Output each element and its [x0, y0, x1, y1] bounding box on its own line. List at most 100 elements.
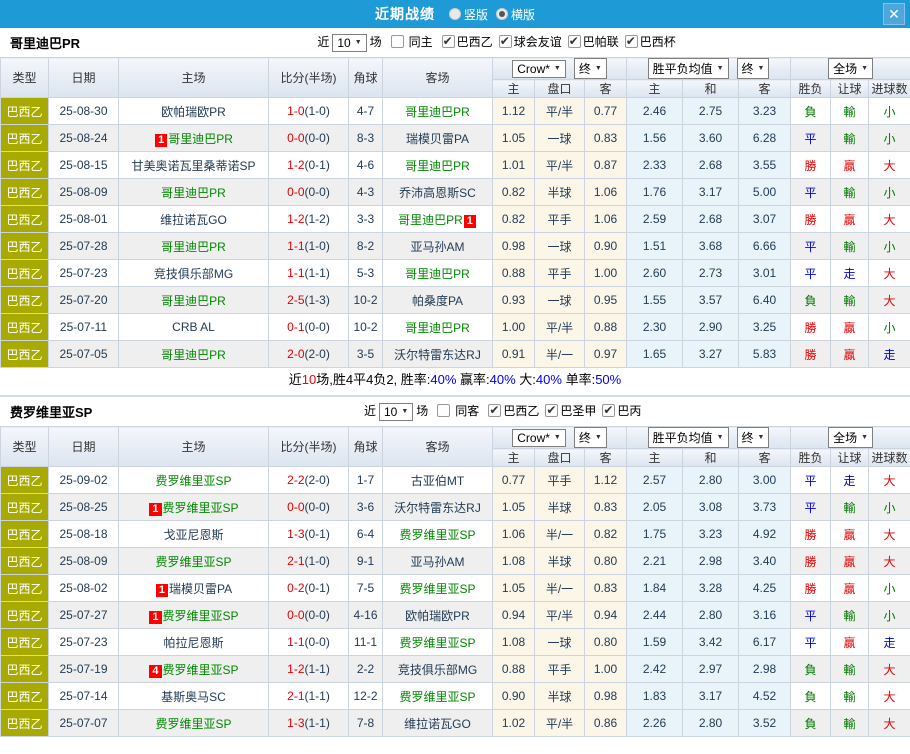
result-outcome: 負 [791, 287, 831, 314]
avg-draw: 2.68 [683, 152, 739, 179]
match-row: 巴西乙25-07-20哥里迪巴PR2-5(1-3)10-2帕桑度PA0.93一球… [1, 287, 910, 314]
team-link[interactable]: 瑞模贝雷PA [169, 582, 232, 596]
team-link[interactable]: 古亚伯MT [411, 474, 464, 488]
league-filter-checkbox[interactable] [625, 35, 638, 48]
league-badge: 巴西乙 [1, 467, 49, 494]
recent-count-select[interactable]: 10▼ [332, 34, 366, 52]
avg-draw: 2.73 [683, 260, 739, 287]
vertical-layout-radio[interactable] [449, 8, 461, 20]
avg-type-value: 胜平负均值 [653, 60, 713, 77]
col-score: 比分(半场) [269, 427, 349, 467]
avg-draw: 3.28 [683, 575, 739, 602]
team-link[interactable]: 哥里迪巴PR [405, 321, 470, 335]
halftime-score: (2-0) [305, 347, 330, 361]
avg-type-select[interactable]: 胜平负均值▼ [648, 427, 729, 448]
scope-select[interactable]: 全场▼ [828, 427, 873, 448]
team-link[interactable]: 哥里迪巴PR [168, 132, 233, 146]
team-link[interactable]: 费罗维里亚SP [399, 528, 475, 542]
filter-bar: 近10▼场同客巴西乙巴圣甲巴丙 [92, 402, 910, 421]
team-link[interactable]: 甘美奥诺瓦里桑蒂诺SP [131, 159, 255, 173]
team-link[interactable]: 瑞模贝雷PA [406, 132, 469, 146]
fulltime-score: 1-1 [287, 635, 304, 649]
team-link[interactable]: 哥里迪巴PR [161, 348, 226, 362]
team-link[interactable]: 费罗维里亚SP [399, 690, 475, 704]
away-team-cell: 费罗维里亚SP [383, 521, 493, 548]
odds-source-select[interactable]: Crow*▼ [512, 429, 566, 447]
result-outcome: 負 [791, 710, 831, 737]
odds-final-select[interactable]: 终▼ [574, 58, 607, 79]
league-filter-checkbox[interactable] [545, 404, 558, 417]
horizontal-layout-radio[interactable] [496, 8, 508, 20]
sub-col-odds-away: 客 [585, 80, 627, 98]
result-goals: 大 [869, 683, 910, 710]
league-filter-label: 巴丙 [617, 404, 641, 418]
team-link[interactable]: 竞技俱乐部MG [154, 267, 233, 281]
league-badge: 巴西乙 [1, 683, 49, 710]
avg-home: 1.83 [627, 683, 683, 710]
team-link[interactable]: 沃尔特雷东达RJ [394, 501, 481, 515]
team-link[interactable]: 费罗维里亚SP [163, 501, 239, 515]
team-link[interactable]: 费罗维里亚SP [399, 636, 475, 650]
away-team-cell: 乔沛高恩斯SC [383, 179, 493, 206]
team-link[interactable]: 哥里迪巴PR [405, 159, 470, 173]
score-cell: 1-2(0-1) [269, 152, 349, 179]
same-venue-checkbox[interactable] [391, 35, 404, 48]
match-row: 巴西乙25-07-05哥里迪巴PR2-0(2-0)3-5沃尔特雷东达RJ0.91… [1, 341, 910, 368]
odds-final-value: 终 [579, 60, 591, 77]
result-outcome: 勝 [791, 314, 831, 341]
team-link[interactable]: 亚马孙AM [410, 240, 464, 254]
team-link[interactable]: 欧帕瑞欧PR [161, 105, 226, 119]
team-link[interactable]: 费罗维里亚SP [155, 555, 231, 569]
league-filter-checkbox[interactable] [488, 404, 501, 417]
odds-source-select[interactable]: Crow*▼ [512, 60, 566, 78]
league-filter-checkbox[interactable] [499, 35, 512, 48]
scope-select[interactable]: 全场▼ [828, 58, 873, 79]
team-link[interactable]: 哥里迪巴PR [161, 240, 226, 254]
team-link[interactable]: 费罗维里亚SP [155, 474, 231, 488]
halftime-score: (0-0) [305, 500, 330, 514]
team-link[interactable]: 哥里迪巴PR [161, 294, 226, 308]
avg-final-select[interactable]: 终▼ [737, 427, 770, 448]
team-link[interactable]: 维拉诺瓦GO [404, 717, 471, 731]
avg-home: 1.55 [627, 287, 683, 314]
halftime-score: (1-3) [305, 293, 330, 307]
result-handicap: 輸 [831, 125, 869, 152]
team-link[interactable]: CRB AL [172, 320, 215, 334]
avg-type-select[interactable]: 胜平负均值▼ [648, 58, 729, 79]
team-link[interactable]: 基斯奥马SC [161, 690, 226, 704]
col-home: 主场 [119, 427, 269, 467]
team-link[interactable]: 费罗维里亚SP [155, 717, 231, 731]
odds-handicap: 半/一 [535, 521, 585, 548]
close-icon[interactable]: ✕ [883, 3, 905, 25]
team-link[interactable]: 竞技俱乐部MG [398, 663, 477, 677]
same-venue-checkbox[interactable] [437, 404, 450, 417]
team-link[interactable]: 哥里迪巴PR [405, 267, 470, 281]
odds-away: 1.12 [585, 467, 627, 494]
odds-final-select[interactable]: 终▼ [574, 427, 607, 448]
team-link[interactable]: 乔沛高恩斯SC [399, 186, 476, 200]
team-link[interactable]: 帕桑度PA [412, 294, 463, 308]
team-link[interactable]: 亚马孙AM [410, 555, 464, 569]
team-link[interactable]: 维拉诺瓦GO [160, 213, 227, 227]
league-badge: 巴西乙 [1, 656, 49, 683]
team-link[interactable]: 沃尔特雷东达RJ [394, 348, 481, 362]
league-filter-checkbox[interactable] [568, 35, 581, 48]
home-team-cell: 哥里迪巴PR [119, 341, 269, 368]
red-card-badge: 1 [156, 584, 168, 597]
team-link[interactable]: 费罗维里亚SP [399, 582, 475, 596]
team-link[interactable]: 费罗维里亚SP [163, 663, 239, 677]
avg-final-select[interactable]: 终▼ [737, 58, 770, 79]
team-link[interactable]: 费罗维里亚SP [163, 609, 239, 623]
team-link[interactable]: 哥里迪巴PR [398, 213, 463, 227]
team-link[interactable]: 戈亚尼恩斯 [163, 528, 223, 542]
corner-score: 8-2 [349, 233, 383, 260]
team-link[interactable]: 哥里迪巴PR [161, 186, 226, 200]
team-link[interactable]: 帕拉尼恩斯 [163, 636, 223, 650]
team-link[interactable]: 欧帕瑞欧PR [405, 609, 470, 623]
recent-count-select[interactable]: 10▼ [379, 403, 413, 421]
team-link[interactable]: 哥里迪巴PR [405, 105, 470, 119]
league-filter-checkbox[interactable] [602, 404, 615, 417]
league-filter-checkbox[interactable] [442, 35, 455, 48]
odds-handicap: 半球 [535, 179, 585, 206]
same-venue-label: 同主 [409, 35, 433, 49]
